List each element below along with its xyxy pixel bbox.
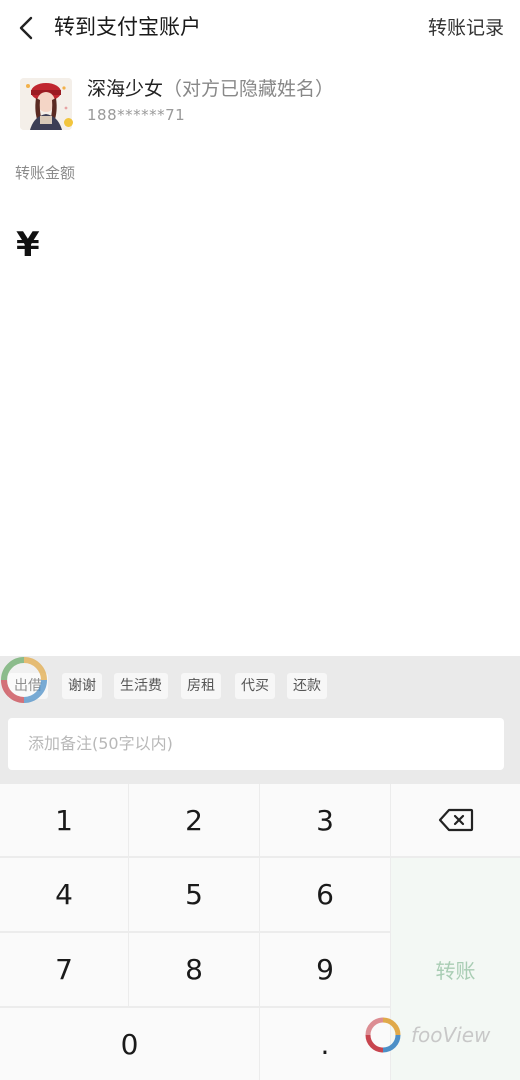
key-8[interactable]: 8 bbox=[129, 933, 259, 1006]
quick-note-chips: 出借 谢谢 生活费 房租 代买 还款 bbox=[0, 656, 520, 716]
recipient-account: 188******71 bbox=[87, 106, 186, 124]
amount-label: 转账金额 bbox=[15, 164, 76, 182]
key-3[interactable]: 3 bbox=[260, 784, 390, 856]
delete-key[interactable] bbox=[391, 784, 520, 856]
fooview-float-icon[interactable] bbox=[0, 652, 52, 708]
key-2[interactable]: 2 bbox=[129, 784, 259, 856]
recipient-name: 深海少女（对方已隐藏姓名） bbox=[87, 76, 334, 102]
chip-thanks[interactable]: 谢谢 bbox=[62, 673, 102, 699]
watermark-text: fooView bbox=[411, 1023, 491, 1047]
bottom-panel: 出借 谢谢 生活费 房租 代买 还款 添加备注(50字以内) 1 2 3 4 5… bbox=[0, 656, 520, 1080]
fooview-logo-icon bbox=[365, 1017, 401, 1053]
transfer-history-link[interactable]: 转账记录 bbox=[428, 14, 504, 42]
header: 转到支付宝账户 转账记录 bbox=[0, 0, 520, 56]
amount-input[interactable]: ¥ bbox=[16, 222, 40, 268]
chip-rent[interactable]: 房租 bbox=[181, 673, 221, 699]
key-5[interactable]: 5 bbox=[129, 858, 259, 931]
recipient-nickname: 深海少女 bbox=[87, 78, 164, 100]
avatar-badge bbox=[64, 118, 73, 127]
chip-living-cost[interactable]: 生活费 bbox=[114, 673, 168, 699]
key-1[interactable]: 1 bbox=[0, 784, 128, 856]
key-6[interactable]: 6 bbox=[260, 858, 390, 931]
key-7[interactable]: 7 bbox=[0, 933, 128, 1006]
back-arrow-icon[interactable] bbox=[14, 14, 40, 42]
backspace-icon bbox=[438, 808, 473, 832]
key-4[interactable]: 4 bbox=[0, 858, 128, 931]
page-title: 转到支付宝账户 bbox=[54, 15, 201, 39]
note-placeholder: 添加备注(50字以内) bbox=[28, 734, 173, 753]
key-9[interactable]: 9 bbox=[260, 933, 390, 1006]
chip-repayment[interactable]: 还款 bbox=[287, 673, 327, 699]
chip-purchase[interactable]: 代买 bbox=[235, 673, 275, 699]
key-0[interactable]: 0 bbox=[0, 1008, 259, 1080]
note-input[interactable]: 添加备注(50字以内) bbox=[8, 718, 504, 770]
recipient-name-note: （对方已隐藏姓名） bbox=[163, 78, 335, 100]
